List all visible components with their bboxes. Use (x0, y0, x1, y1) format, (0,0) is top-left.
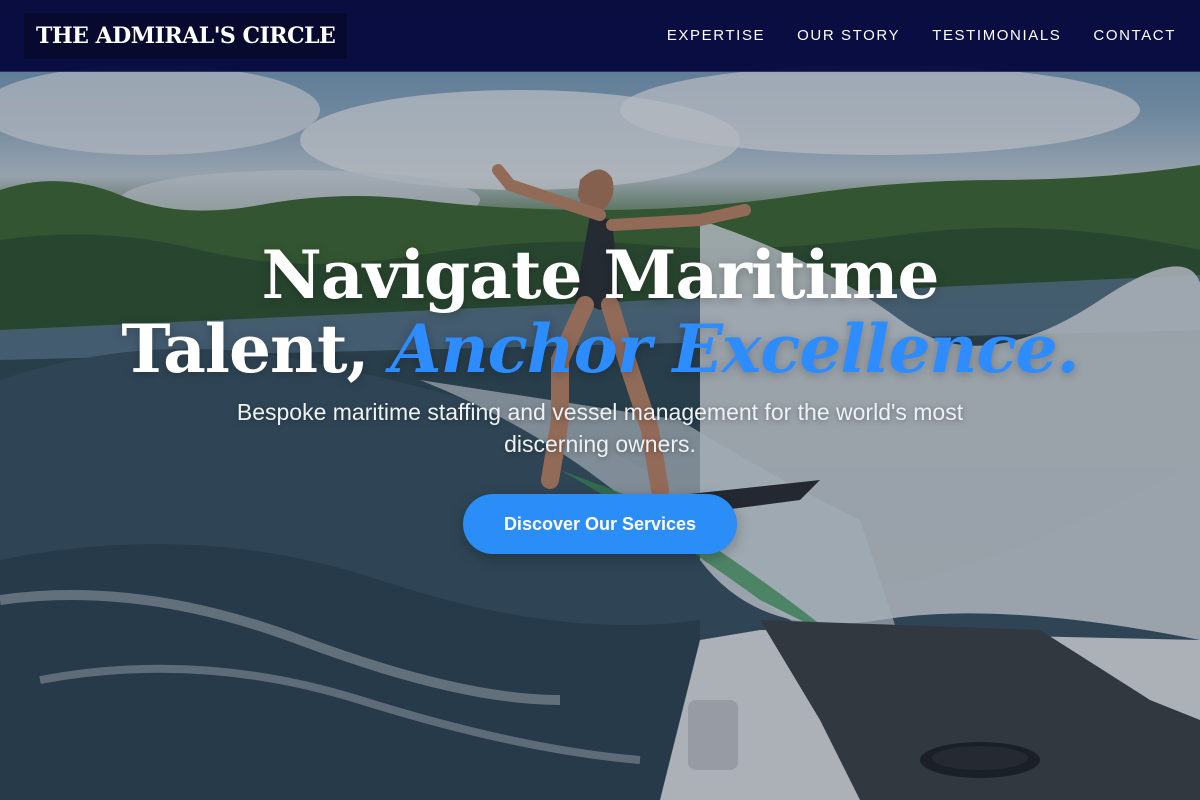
nav-link-contact[interactable]: CONTACT (1093, 27, 1176, 44)
headline-line-1: Navigate Maritime (261, 236, 940, 314)
hero-subheadline: Bespoke maritime staffing and vessel man… (236, 399, 964, 457)
headline-line-2-plain: Talent, (121, 310, 391, 388)
brand-logo[interactable]: THE ADMIRAL'S CIRCLE (24, 12, 348, 59)
headline-accent: Anchor Excellence. (390, 310, 1079, 388)
hero-content: Navigate Maritime Talent, Anchor Excelle… (0, 238, 1200, 554)
nav-link-expertise[interactable]: EXPERTISE (667, 27, 765, 44)
nav-links: EXPERTISE OUR STORY TESTIMONIALS CONTACT (667, 27, 1176, 44)
top-navbar: THE ADMIRAL'S CIRCLE EXPERTISE OUR STORY… (0, 0, 1200, 72)
discover-services-button[interactable]: Discover Our Services (463, 494, 737, 554)
nav-link-testimonials[interactable]: TESTIMONIALS (932, 27, 1061, 44)
nav-link-our-story[interactable]: OUR STORY (797, 27, 900, 44)
hero-headline: Navigate Maritime Talent, Anchor Excelle… (0, 238, 1200, 386)
